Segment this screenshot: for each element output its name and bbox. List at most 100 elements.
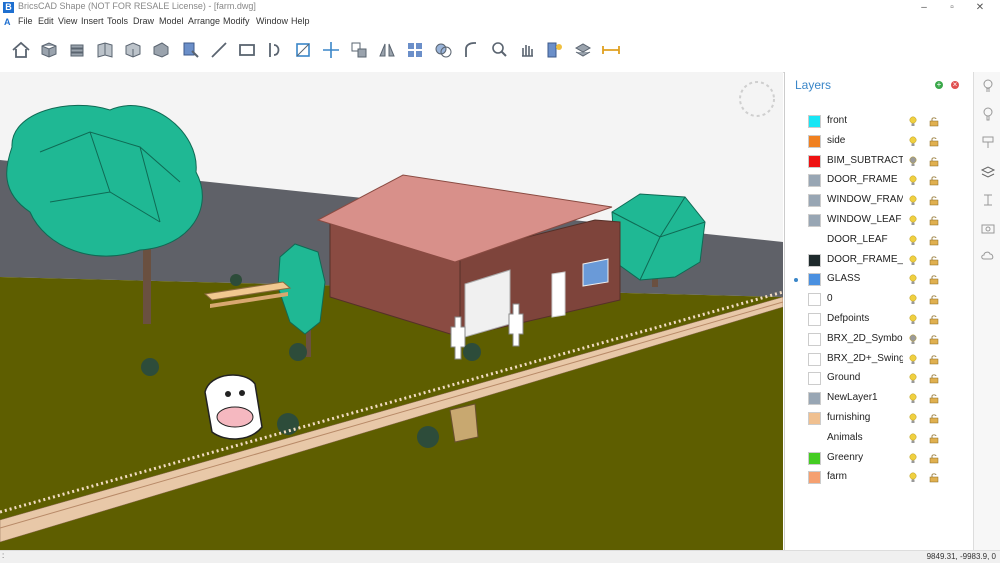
paint-roller-icon[interactable] xyxy=(980,134,996,150)
layer-color-swatch[interactable] xyxy=(808,174,821,188)
layer-row[interactable]: BRX_2D_Symbol xyxy=(785,330,973,350)
line-icon[interactable] xyxy=(208,39,230,61)
layer-name[interactable]: BRX_2D+_Swing xyxy=(827,353,903,364)
layer-color-swatch[interactable] xyxy=(808,451,821,465)
layer-color-swatch[interactable] xyxy=(808,194,821,208)
lock-icon[interactable] xyxy=(929,295,939,305)
visibility-bulb-icon[interactable] xyxy=(909,195,917,206)
menu-model[interactable]: Model xyxy=(159,16,184,26)
move-icon[interactable] xyxy=(320,39,342,61)
view-navigator-icon[interactable] xyxy=(739,81,775,117)
lock-icon[interactable] xyxy=(929,196,939,206)
layer-color-swatch[interactable] xyxy=(808,392,821,406)
layer-color-swatch[interactable] xyxy=(808,313,821,326)
layer-name[interactable]: furnishing xyxy=(827,412,903,423)
layer-name[interactable]: front xyxy=(827,115,903,126)
command-line[interactable]: : xyxy=(2,551,4,560)
menu-view[interactable]: View xyxy=(58,16,77,26)
lock-icon[interactable] xyxy=(929,434,939,444)
visibility-bulb-icon[interactable] xyxy=(909,433,917,444)
close-icon[interactable]: ✕ xyxy=(970,0,990,15)
layer-name[interactable]: Defpoints xyxy=(827,313,903,324)
array-icon[interactable] xyxy=(404,39,426,61)
pan-icon[interactable] xyxy=(516,39,538,61)
lock-icon[interactable] xyxy=(929,256,939,266)
layer-name[interactable]: NewLayer1 xyxy=(827,392,903,403)
layer-row[interactable]: BIM_SUBTRACT xyxy=(785,152,973,172)
layer-name[interactable]: DOOR_FRAME xyxy=(827,174,903,185)
layer-row[interactable]: GLASS xyxy=(785,270,973,290)
visibility-bulb-icon[interactable] xyxy=(909,175,917,186)
lock-icon[interactable] xyxy=(929,315,939,325)
layer-row[interactable]: NewLayer1 xyxy=(785,389,973,409)
3d-viewport[interactable] xyxy=(0,72,783,550)
layer-row[interactable]: 0 xyxy=(785,290,973,310)
layer-color-swatch[interactable] xyxy=(808,214,821,227)
visibility-bulb-icon[interactable] xyxy=(909,453,917,464)
layers-icon[interactable] xyxy=(980,164,996,180)
zoom-icon[interactable] xyxy=(488,39,510,61)
lock-icon[interactable] xyxy=(929,176,939,186)
visibility-bulb-icon[interactable] xyxy=(909,354,917,365)
visibility-bulb-icon[interactable] xyxy=(909,373,917,384)
visibility-bulb-icon[interactable] xyxy=(909,334,917,345)
layer-row[interactable]: WINDOW_FRAME xyxy=(785,191,973,211)
box-icon[interactable] xyxy=(38,39,60,61)
layer-name[interactable]: Ground xyxy=(827,372,903,383)
layer-name[interactable]: DOOR_FRAME_ xyxy=(827,254,903,265)
layer-row[interactable]: farm xyxy=(785,468,973,488)
layer-row[interactable]: DOOR_FRAME xyxy=(785,171,973,191)
cube-icon[interactable] xyxy=(122,39,144,61)
circles-icon[interactable] xyxy=(432,39,454,61)
layer-color-swatch[interactable] xyxy=(808,412,821,425)
layer-props-icon[interactable] xyxy=(544,39,566,61)
application-menu-icon[interactable]: A xyxy=(4,17,11,27)
layer-row[interactable]: Animals xyxy=(785,429,973,449)
visibility-bulb-icon[interactable] xyxy=(909,274,917,285)
minimize-icon[interactable]: – xyxy=(914,0,934,15)
visibility-bulb-icon[interactable] xyxy=(909,235,917,246)
layer-row[interactable]: Ground xyxy=(785,369,973,389)
layer-row[interactable]: WINDOW_LEAF xyxy=(785,211,973,231)
book-icon[interactable] xyxy=(94,39,116,61)
visibility-bulb-icon[interactable] xyxy=(909,294,917,305)
bulb-alt-icon[interactable] xyxy=(980,106,996,122)
layer-row[interactable]: Greenry xyxy=(785,449,973,469)
lock-icon[interactable] xyxy=(929,454,939,464)
home-icon[interactable] xyxy=(10,39,32,61)
box-select-icon[interactable] xyxy=(292,39,314,61)
menu-tools[interactable]: Tools xyxy=(107,16,128,26)
add-layer-button[interactable]: + xyxy=(935,81,943,89)
layer-color-swatch[interactable] xyxy=(808,352,821,366)
lock-icon[interactable] xyxy=(929,117,939,127)
layer-name[interactable]: 0 xyxy=(827,293,903,304)
layer-color-swatch[interactable] xyxy=(808,293,821,307)
layer-color-swatch[interactable] xyxy=(808,253,821,267)
menu-modify[interactable]: Modify xyxy=(223,16,250,26)
menu-edit[interactable]: Edit xyxy=(38,16,54,26)
layer-name[interactable]: DOOR_LEAF xyxy=(827,234,903,245)
lock-icon[interactable] xyxy=(929,473,939,483)
lock-icon[interactable] xyxy=(929,236,939,246)
lock-icon[interactable] xyxy=(929,137,939,147)
rectangle-icon[interactable] xyxy=(236,39,258,61)
layer-name[interactable]: Animals xyxy=(827,432,903,443)
lock-icon[interactable] xyxy=(929,374,939,384)
layer-name[interactable]: WINDOW_LEAF xyxy=(827,214,903,225)
mirror-icon[interactable] xyxy=(376,39,398,61)
lock-icon[interactable] xyxy=(929,335,939,345)
lock-icon[interactable] xyxy=(929,414,939,424)
stack-icon[interactable] xyxy=(66,39,88,61)
layer-color-swatch[interactable] xyxy=(808,332,821,346)
layer-row[interactable]: Defpoints xyxy=(785,310,973,330)
delete-layer-button[interactable]: × xyxy=(951,81,959,89)
layer-color-swatch[interactable] xyxy=(808,372,821,386)
lock-icon[interactable] xyxy=(929,275,939,285)
layer-name[interactable]: BRX_2D_Symbol xyxy=(827,333,903,344)
layer-color-swatch[interactable] xyxy=(808,115,821,128)
layer-edit-icon[interactable] xyxy=(180,39,202,61)
menu-insert[interactable]: Insert xyxy=(81,16,104,26)
layer-row[interactable]: DOOR_FRAME_ xyxy=(785,251,973,271)
visibility-bulb-icon[interactable] xyxy=(909,116,917,127)
menu-file[interactable]: File xyxy=(18,16,33,26)
